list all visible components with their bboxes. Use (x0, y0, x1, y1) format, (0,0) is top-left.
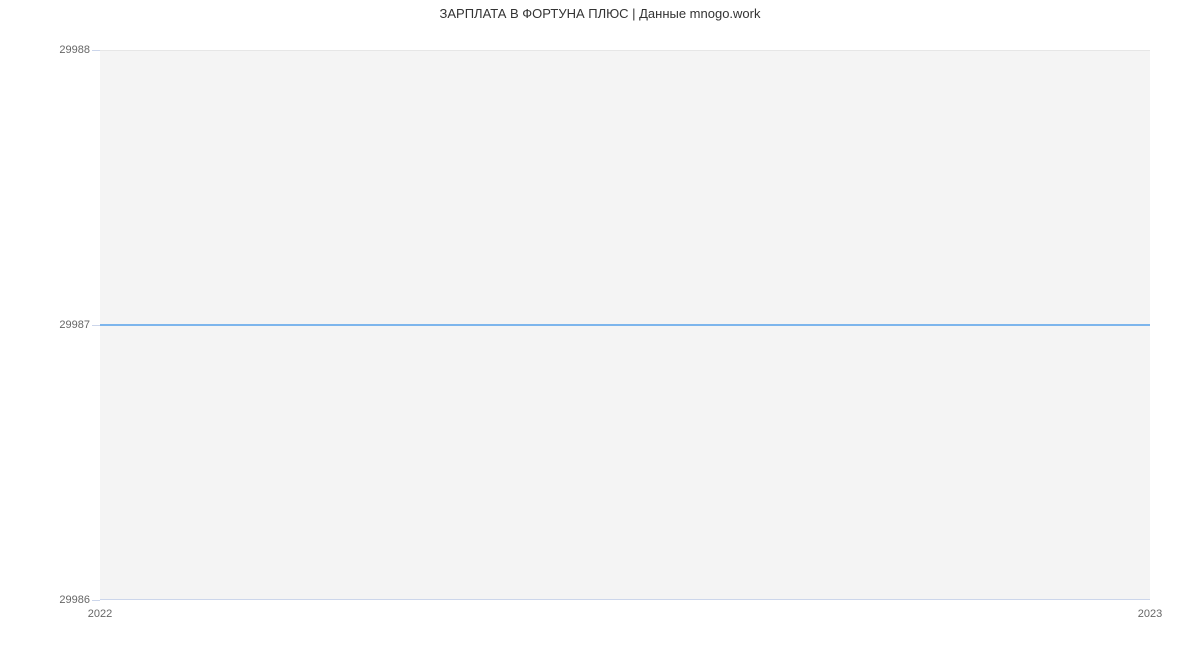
data-series-line (100, 324, 1150, 326)
y-tick-label: 29986 (40, 594, 90, 606)
x-tick-label: 2022 (80, 608, 120, 620)
y-tick-mark (92, 50, 100, 51)
chart-container: ЗАРПЛАТА В ФОРТУНА ПЛЮС | Данные mnogo.w… (0, 0, 1200, 650)
plot-area (100, 50, 1150, 600)
y-tick-mark (92, 600, 100, 601)
chart-title: ЗАРПЛАТА В ФОРТУНА ПЛЮС | Данные mnogo.w… (0, 6, 1200, 21)
y-tick-label: 29988 (40, 44, 90, 56)
gridline (100, 50, 1150, 51)
y-tick-mark (92, 325, 100, 326)
x-tick-label: 2023 (1130, 608, 1170, 620)
y-tick-label: 29987 (40, 319, 90, 331)
